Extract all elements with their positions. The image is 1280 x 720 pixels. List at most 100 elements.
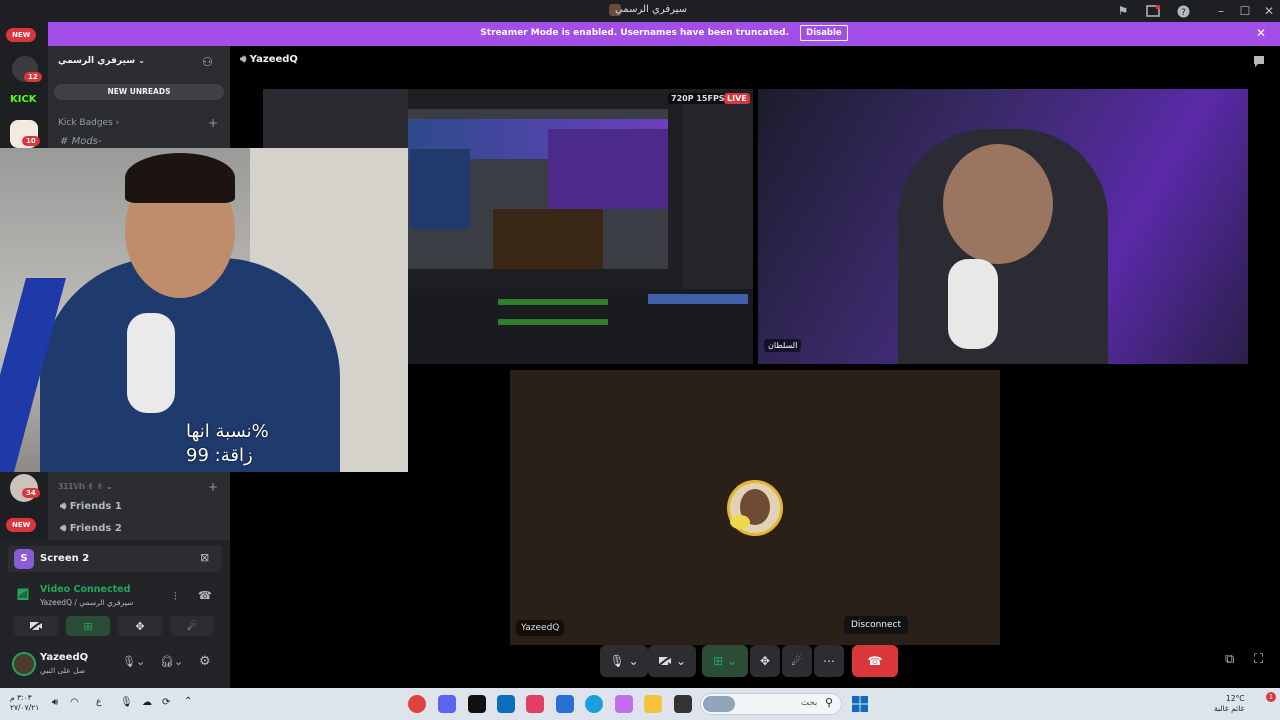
deafen-headset-icon[interactable]: 🎧︎⌄ bbox=[160, 655, 183, 668]
overlay-line-2: زاقة: 99 bbox=[186, 445, 253, 466]
tray-cloud-icon[interactable]: ☁ bbox=[142, 697, 152, 708]
server-name: سيرفري الرسمي bbox=[58, 56, 136, 66]
person-hair bbox=[125, 153, 235, 203]
maximize-icon[interactable]: ☐ bbox=[1237, 3, 1253, 19]
close-banner-icon[interactable]: ✕ bbox=[1256, 26, 1266, 40]
microphone-shape bbox=[948, 259, 998, 349]
new-unread-pill-top[interactable]: NEW bbox=[6, 28, 37, 42]
tray-sync-icon[interactable]: ⟳ bbox=[162, 697, 170, 708]
banner-message: Streamer Mode is enabled. Usernames have… bbox=[480, 28, 790, 38]
voice-channel-friends-1[interactable]: 🔊︎ Friends 1 bbox=[60, 501, 122, 512]
taskbar-app-10-icon[interactable] bbox=[674, 695, 692, 713]
user-avatar[interactable] bbox=[12, 652, 36, 676]
mute-mic-icon[interactable]: 🎙︎⌄ bbox=[122, 655, 145, 668]
voice-category-label: 𝟛𝟙𝟙𝕍𝕙 bbox=[58, 482, 85, 491]
svg-text:?: ? bbox=[1181, 8, 1186, 18]
kick-server-icon[interactable]: KICK bbox=[10, 94, 40, 110]
search-placeholder: بحث bbox=[801, 698, 818, 708]
voice-channel-label: Friends 1 bbox=[69, 501, 122, 512]
channel-mods[interactable]: # Mods- bbox=[60, 136, 102, 147]
weather-widget[interactable]: 12°C غائم غالبة bbox=[1214, 694, 1244, 714]
activities-call-button[interactable]: ✥ bbox=[750, 645, 780, 677]
shared-screen-sidebar bbox=[683, 99, 753, 289]
server-name-header[interactable]: سيرفري الرسمي ⌄ bbox=[58, 56, 145, 66]
popout-icon[interactable]: ⧉ bbox=[1225, 652, 1234, 667]
user-name[interactable]: YazeedQ bbox=[40, 652, 88, 663]
speaker-icon: 🔊︎ bbox=[60, 501, 67, 512]
screen-share-button[interactable]: ⊞ bbox=[66, 616, 110, 636]
activities-button[interactable]: ✥ bbox=[118, 616, 162, 636]
share-screen-call-button[interactable]: ⊞ ⌄ bbox=[702, 645, 748, 677]
soundboard-button[interactable]: ☄ bbox=[170, 616, 214, 636]
weather-description: غائم غالبة bbox=[1214, 704, 1245, 713]
speaker-icon: 🔊︎ bbox=[60, 523, 67, 534]
stop-sharing-icon[interactable]: ⊠ bbox=[200, 551, 209, 564]
clock-date: ٢٧/٠٧/٢١ bbox=[10, 703, 40, 712]
more-options-button[interactable]: ⋯ bbox=[814, 645, 844, 677]
fullscreen-icon[interactable]: ⛶ bbox=[1254, 652, 1263, 667]
overlay-text: نسبة انها% زاقة: 99 bbox=[186, 420, 269, 468]
help-icon[interactable]: ? bbox=[1175, 3, 1191, 19]
disable-streamer-mode-button[interactable]: Disable bbox=[800, 25, 848, 41]
voice-connection-panel: S Screen 2 ⊠ 📶︎ Video Connected YazeedQ … bbox=[0, 540, 230, 688]
clock[interactable]: ٣:٠٣ م ٢٧/٠٧/٢١ bbox=[10, 693, 39, 713]
voice-category[interactable]: 𝟛𝟙𝟙𝕍𝕙 ✌ ✌ ⌄ bbox=[58, 482, 113, 491]
new-unreads-button[interactable]: NEW UNREADS bbox=[54, 84, 224, 100]
minimize-icon[interactable]: – bbox=[1213, 3, 1229, 19]
self-camera-popout[interactable]: نسبة انها% زاقة: 99 bbox=[0, 148, 408, 472]
windows-taskbar: ٣:٠٣ م ٢٧/٠٧/٢١ 🔊︎ ◠ ع 🎙︎ ☁ ⟳ ⌃ بحث ⚲ 12… bbox=[0, 688, 1280, 720]
voice-channel-friends-2[interactable]: 🔊︎ Friends 2 bbox=[60, 523, 122, 534]
taskbar-app-1-icon[interactable] bbox=[408, 695, 426, 713]
camera-toggle-call-button[interactable]: ⌄ bbox=[648, 645, 696, 677]
settings-gear-icon[interactable]: ⚙ bbox=[199, 654, 211, 669]
voice-status[interactable]: Video Connected bbox=[40, 584, 130, 595]
taskbar-explorer-icon[interactable] bbox=[644, 695, 662, 713]
disconnect-small-icon[interactable]: ☎ bbox=[198, 589, 212, 602]
camera-toggle-button[interactable] bbox=[14, 616, 58, 636]
taskbar-capcut-icon[interactable] bbox=[468, 695, 486, 713]
inbox-icon[interactable] bbox=[1145, 3, 1161, 19]
title-bar: سيرفري الرسمي ⚑ ? – ☐ ✕ bbox=[0, 0, 1280, 22]
add-friend-icon[interactable]: ⚇ bbox=[202, 55, 213, 69]
audio-participant-tile[interactable]: YazeedQ bbox=[510, 370, 1000, 645]
disconnect-tooltip-label: Disconnect bbox=[851, 620, 901, 630]
start-button-icon[interactable] bbox=[852, 696, 868, 712]
call-control-bar: 🎙︎ ⌄ ⌄ ⊞ ⌄ ✥ ☄ ⋯ ☎ bbox=[600, 645, 900, 677]
category-kick-badges[interactable]: Kick Badges › bbox=[58, 118, 119, 128]
notification-badge[interactable]: 1 bbox=[1266, 692, 1276, 702]
taskbar-gift-icon[interactable] bbox=[526, 695, 544, 713]
taskbar-search-box[interactable]: بحث ⚲ bbox=[700, 693, 842, 715]
soundboard-call-button[interactable]: ☄ bbox=[782, 645, 812, 677]
screen-share-avatar: S bbox=[14, 549, 34, 569]
new-unread-pill-bottom[interactable]: NEW bbox=[6, 518, 37, 532]
add-channel-icon[interactable]: + bbox=[208, 116, 218, 130]
taskbar-outlook-icon[interactable] bbox=[497, 695, 515, 713]
noise-suppression-icon[interactable]: ⫶ bbox=[174, 590, 177, 604]
participant-name-label: السلطان bbox=[764, 339, 802, 352]
participant-name: السلطان bbox=[768, 341, 798, 350]
chevron-down-icon: ⌄ bbox=[138, 56, 145, 65]
taskbar-copilot-icon[interactable] bbox=[615, 695, 633, 713]
keyboard-language[interactable]: ع bbox=[96, 697, 101, 707]
close-window-icon[interactable]: ✕ bbox=[1261, 3, 1277, 19]
chat-bubble-icon[interactable] bbox=[1252, 54, 1266, 68]
wifi-icon[interactable]: ◠ bbox=[70, 697, 79, 708]
flag-icon[interactable]: ⚑ bbox=[1115, 3, 1131, 19]
taskbar-edge-icon[interactable] bbox=[585, 695, 603, 713]
voice-channel-label: Friends 2 bbox=[69, 523, 122, 534]
shared-screen-broadcast bbox=[408, 109, 668, 269]
disconnect-tooltip: Disconnect bbox=[844, 616, 908, 634]
taskbar-discord-icon[interactable] bbox=[438, 695, 456, 713]
disconnect-button[interactable]: ☎ bbox=[852, 645, 898, 677]
chevron-icon: › bbox=[115, 118, 120, 128]
mic-toggle-button[interactable]: 🎙︎ ⌄ bbox=[600, 645, 648, 677]
screen-share-row[interactable]: S Screen 2 ⊠ bbox=[8, 546, 222, 572]
participant-camera-tile[interactable]: السلطان bbox=[758, 89, 1248, 364]
tray-overflow-icon[interactable]: ⌃ bbox=[184, 696, 192, 707]
add-voice-channel-icon[interactable]: + bbox=[208, 480, 218, 494]
tray-mic-icon[interactable]: 🎙︎ bbox=[120, 697, 133, 708]
volume-icon[interactable]: 🔊︎ bbox=[52, 697, 58, 708]
overlay-line-1: نسبة انها% bbox=[186, 421, 269, 442]
taskbar-store-icon[interactable] bbox=[556, 695, 574, 713]
banner-content: Streamer Mode is enabled. Usernames have… bbox=[48, 25, 1280, 41]
